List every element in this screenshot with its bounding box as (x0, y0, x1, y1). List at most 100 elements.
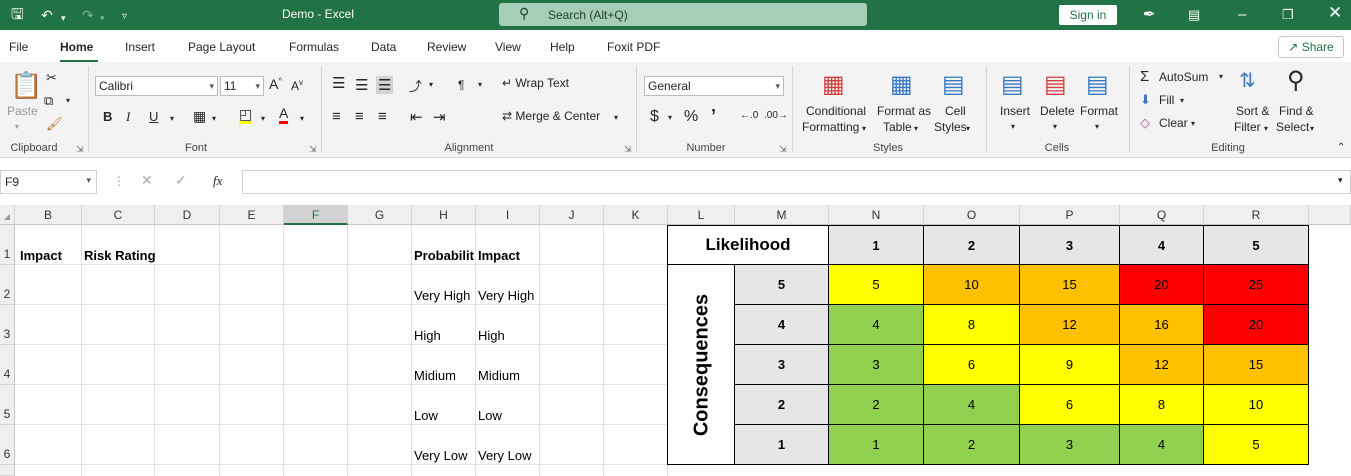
risk-cell[interactable]: 8 (924, 305, 1020, 345)
conditional-formatting-icon[interactable]: ▦ (822, 70, 845, 99)
risk-cell[interactable]: 6 (1020, 385, 1120, 425)
cell-I3[interactable]: High (478, 328, 505, 343)
column-header-M[interactable]: M (735, 205, 829, 225)
column-header-C[interactable]: C (82, 205, 155, 225)
orientation-dropdown-icon[interactable]: ▾ (429, 80, 433, 89)
chevron-down-icon[interactable]: ▾ (862, 124, 866, 133)
insert-cells-icon[interactable]: ▤ (1001, 70, 1024, 99)
increase-font-icon[interactable]: A^ (269, 76, 282, 92)
paste-label[interactable]: Paste (7, 104, 38, 118)
risk-cell[interactable]: 16 (1120, 305, 1204, 345)
column-header-G[interactable]: G (348, 205, 412, 225)
risk-cell[interactable]: 10 (1204, 385, 1309, 425)
likelihood-header[interactable]: Likelihood (667, 225, 829, 265)
paste-dropdown-icon[interactable]: ▾ (15, 122, 19, 131)
borders-icon[interactable]: ▦ (193, 108, 206, 125)
cell-I4[interactable]: Midium (478, 368, 520, 383)
tab-insert[interactable]: Insert (125, 40, 155, 54)
font-size-combo[interactable]: 11 ▾ (220, 76, 264, 96)
cell-H4[interactable]: Midium (414, 368, 456, 383)
save-icon[interactable]: 🖫 (11, 6, 24, 24)
tab-page-layout[interactable]: Page Layout (188, 40, 255, 54)
risk-cell[interactable]: 8 (1120, 385, 1204, 425)
risk-cell[interactable]: 10 (924, 265, 1020, 305)
decrease-indent-icon[interactable]: ⇤ (410, 108, 423, 126)
borders-dropdown-icon[interactable]: ▾ (212, 114, 216, 123)
font-launcher-icon[interactable]: ⇲ (309, 144, 317, 155)
sort-filter-label-1[interactable]: Sort & (1236, 104, 1269, 118)
consequence-4[interactable]: 4 (735, 305, 829, 345)
fill-color-icon[interactable]: ◰ (239, 107, 253, 124)
fill-label[interactable]: Fill (1159, 93, 1174, 107)
row-header-3[interactable]: 3 (0, 305, 15, 345)
row-header-4[interactable]: 4 (0, 345, 15, 385)
increase-decimal-icon[interactable]: ←.0 (740, 110, 758, 121)
cell-H6[interactable]: Very Low (414, 448, 467, 463)
chevron-down-icon[interactable]: ▾ (966, 124, 970, 133)
tab-foxit-pdf[interactable]: Foxit PDF (607, 40, 660, 54)
column-header-N[interactable]: N (829, 205, 924, 225)
autosum-icon[interactable]: Σ (1140, 68, 1149, 85)
currency-dropdown-icon[interactable]: ▾ (668, 113, 672, 122)
decrease-font-icon[interactable]: Av (291, 78, 303, 93)
search-box[interactable]: ⚲ Search (Alt+Q) (499, 3, 867, 26)
select-all-corner[interactable]: ◢ (0, 205, 15, 225)
format-as-table-label-2[interactable]: Table (883, 120, 912, 134)
cell-B1[interactable]: Impact (20, 248, 62, 263)
text-direction-dropdown-icon[interactable]: ▾ (478, 80, 482, 89)
find-select-icon[interactable]: ⚲ (1287, 66, 1305, 95)
risk-cell[interactable]: 4 (1120, 425, 1204, 465)
column-header-J[interactable]: J (540, 205, 604, 225)
risk-cell[interactable]: 20 (1120, 265, 1204, 305)
clear-label[interactable]: Clear (1159, 116, 1188, 130)
column-header-I[interactable]: I (476, 205, 540, 225)
wrap-text-button[interactable]: ↵ Wrap Text (502, 76, 569, 90)
risk-cell[interactable]: 2 (924, 425, 1020, 465)
top-align-icon[interactable]: ☰ (332, 74, 345, 92)
format-painter-icon[interactable]: 🖌 (46, 116, 63, 132)
delete-cells-label[interactable]: Delete (1040, 104, 1075, 118)
insert-cells-label[interactable]: Insert (1000, 104, 1030, 118)
cut-icon[interactable]: ✂ (46, 70, 57, 86)
tab-formulas[interactable]: Formulas (289, 40, 339, 54)
ribbon-display-icon[interactable]: ▤ (1188, 6, 1200, 24)
tab-home[interactable]: Home (60, 40, 93, 54)
font-color-icon[interactable]: A (279, 106, 289, 124)
number-launcher-icon[interactable]: ⇲ (779, 144, 787, 155)
font-color-dropdown-icon[interactable]: ▾ (300, 114, 304, 123)
font-name-combo[interactable]: Calibri ▾ (95, 76, 218, 96)
risk-cell[interactable]: 5 (1204, 425, 1309, 465)
chevron-down-icon[interactable]: ▾ (1053, 122, 1057, 131)
fill-color-dropdown-icon[interactable]: ▾ (261, 114, 265, 123)
column-header-B[interactable]: B (15, 205, 82, 225)
sign-in-button[interactable]: Sign in (1059, 5, 1117, 25)
risk-cell[interactable]: 5 (829, 265, 924, 305)
risk-cell[interactable]: 15 (1204, 345, 1309, 385)
tab-view[interactable]: View (495, 40, 521, 54)
cell-H3[interactable]: High (414, 328, 441, 343)
chevron-down-icon[interactable]: ▾ (1191, 119, 1195, 128)
column-header-H[interactable]: H (412, 205, 476, 225)
consequence-3[interactable]: 3 (735, 345, 829, 385)
share-button[interactable]: ↗ Share (1278, 36, 1344, 58)
column-header-D[interactable]: D (155, 205, 220, 225)
risk-cell[interactable]: 15 (1020, 265, 1120, 305)
likelihood-2[interactable]: 2 (924, 225, 1020, 265)
risk-cell[interactable]: 2 (829, 385, 924, 425)
orientation-icon[interactable]: ⤴ (409, 76, 422, 95)
tab-help[interactable]: Help (550, 40, 575, 54)
cell-I1[interactable]: Impact (478, 248, 520, 263)
delete-cells-icon[interactable]: ▤ (1044, 70, 1067, 99)
align-left-icon[interactable]: ≡ (332, 108, 341, 125)
chevron-down-icon[interactable]: ▾ (1219, 72, 1223, 81)
row-header-6[interactable]: 6 (0, 425, 15, 465)
tab-data[interactable]: Data (371, 40, 396, 54)
cell-I6[interactable]: Very Low (478, 448, 531, 463)
cell-I2[interactable]: Very High (478, 288, 534, 303)
chevron-down-icon[interactable]: ▾ (1180, 96, 1184, 105)
column-header-E[interactable]: E (220, 205, 284, 225)
comma-icon[interactable]: ’ (711, 106, 716, 127)
risk-cell[interactable]: 4 (829, 305, 924, 345)
tab-file[interactable]: File (9, 40, 28, 54)
risk-cell[interactable]: 3 (829, 345, 924, 385)
